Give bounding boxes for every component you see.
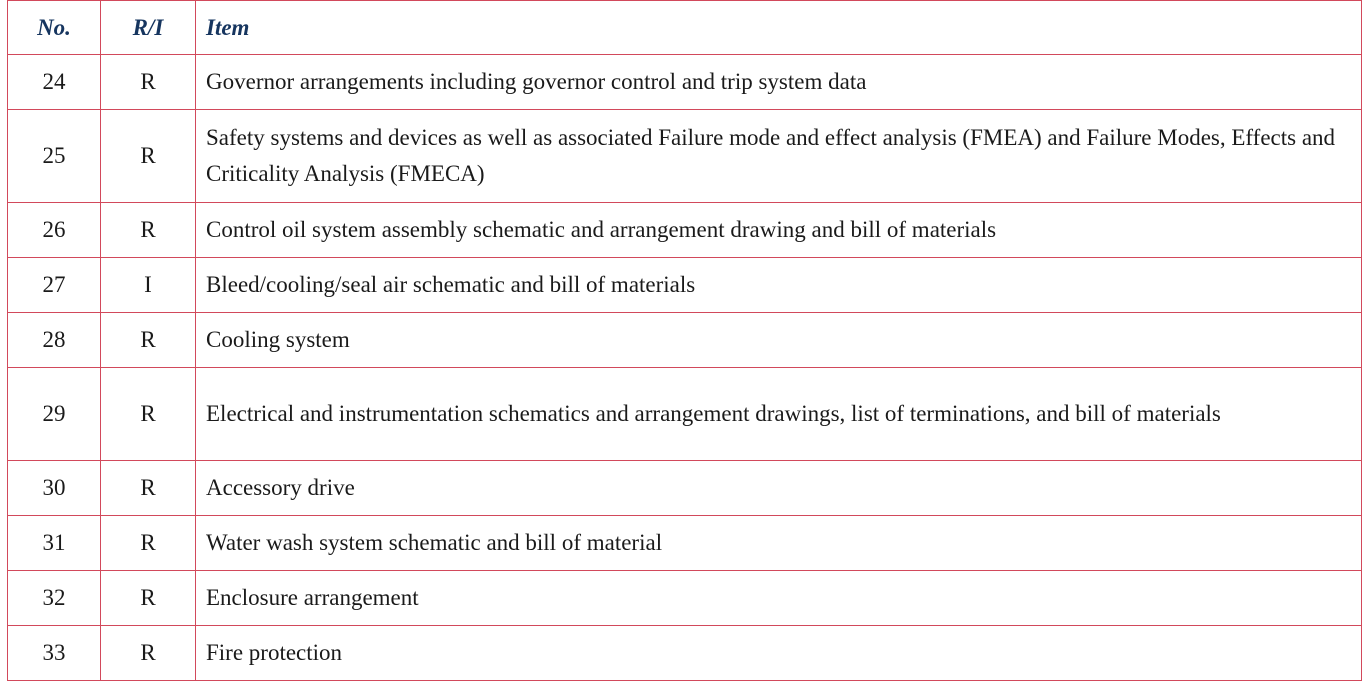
row-item: Control oil system assembly schematic an… <box>195 202 1362 258</box>
row-item: Bleed/cooling/seal air schematic and bil… <box>195 257 1362 313</box>
header-item: Item <box>195 0 1362 55</box>
row-ri: I <box>100 257 196 313</box>
row-item: Fire protection <box>195 625 1362 681</box>
row-ri: R <box>100 367 196 461</box>
table-row: 30 R Accessory drive <box>7 460 1362 516</box>
row-no: 33 <box>7 625 101 681</box>
table-body: 24 R Governor arrangements including gov… <box>7 54 1362 681</box>
table-row: 32 R Enclosure arrangement <box>7 570 1362 626</box>
header-no: No. <box>7 0 101 55</box>
row-no: 29 <box>7 367 101 461</box>
document-table: No. R/I Item 24 R Governor arrangements … <box>7 0 1362 681</box>
row-item: Electrical and instrumentation schematic… <box>195 367 1362 461</box>
table-row: 31 R Water wash system schematic and bil… <box>7 515 1362 571</box>
row-ri: R <box>100 54 196 110</box>
row-ri: R <box>100 460 196 516</box>
row-no: 28 <box>7 312 101 368</box>
row-ri: R <box>100 570 196 626</box>
table-row: 25 R Safety systems and devices as well … <box>7 109 1362 203</box>
row-no: 26 <box>7 202 101 258</box>
table-header: No. R/I Item <box>7 0 1362 55</box>
row-item: Governor arrangements including governor… <box>195 54 1362 110</box>
row-no: 30 <box>7 460 101 516</box>
table-row: 26 R Control oil system assembly schemat… <box>7 202 1362 258</box>
row-ri: R <box>100 625 196 681</box>
header-row: No. R/I Item <box>7 0 1362 55</box>
row-ri: R <box>100 202 196 258</box>
row-ri: R <box>100 109 196 203</box>
row-no: 27 <box>7 257 101 313</box>
table-row: 24 R Governor arrangements including gov… <box>7 54 1362 110</box>
table-row: 28 R Cooling system <box>7 312 1362 368</box>
table-row: 27 I Bleed/cooling/seal air schematic an… <box>7 257 1362 313</box>
row-no: 25 <box>7 109 101 203</box>
row-ri: R <box>100 515 196 571</box>
row-item: Safety systems and devices as well as as… <box>195 109 1362 203</box>
row-no: 31 <box>7 515 101 571</box>
table-row: 33 R Fire protection <box>7 625 1362 681</box>
row-no: 32 <box>7 570 101 626</box>
row-ri: R <box>100 312 196 368</box>
row-item: Cooling system <box>195 312 1362 368</box>
header-ri: R/I <box>100 0 196 55</box>
row-item: Water wash system schematic and bill of … <box>195 515 1362 571</box>
row-item: Accessory drive <box>195 460 1362 516</box>
table-row: 29 R Electrical and instrumentation sche… <box>7 367 1362 461</box>
row-item: Enclosure arrangement <box>195 570 1362 626</box>
row-no: 24 <box>7 54 101 110</box>
